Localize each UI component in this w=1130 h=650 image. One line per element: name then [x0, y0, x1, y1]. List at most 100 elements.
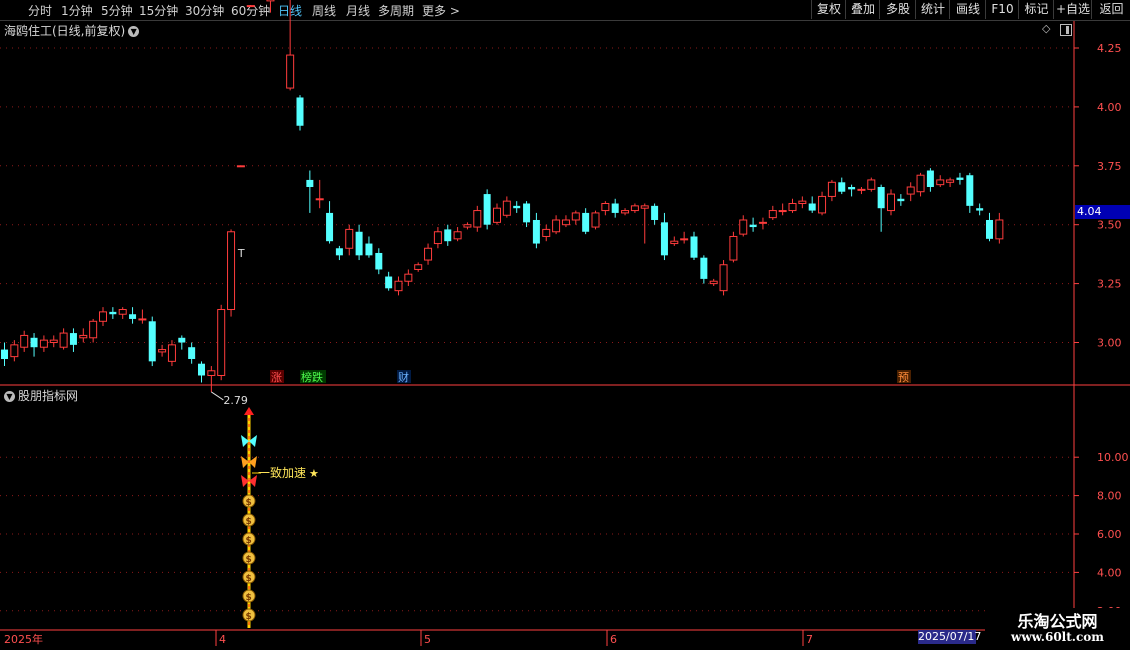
toolbar-button-7[interactable]: +自选 [1053, 0, 1092, 19]
period-tab-6[interactable]: 日线 [278, 2, 302, 19]
candle-body [138, 318, 147, 321]
candle-body [798, 200, 807, 204]
butterfly-icon [241, 475, 257, 487]
candle-body [365, 243, 373, 256]
candle-body [680, 238, 689, 241]
candle-body [355, 231, 363, 256]
candle-body [502, 200, 511, 216]
candle-body [660, 222, 668, 256]
coin-icon [242, 551, 256, 565]
toolbar-button-5[interactable]: F10 [985, 0, 1019, 19]
butterfly-icon [241, 456, 257, 468]
indicator-title-text: 股朋指标网 [18, 389, 79, 403]
candle-body [709, 280, 718, 285]
low-label: 2.79 [223, 394, 248, 407]
period-tab-5[interactable]: 60分钟 [231, 2, 270, 19]
toolbar-button-1[interactable]: 叠加 [845, 0, 880, 19]
indicator-tick-label: 8.00 [1097, 490, 1122, 503]
candle-body [936, 179, 945, 186]
candle-body [640, 205, 649, 209]
candle-body [700, 257, 708, 279]
toolbar-button-8[interactable]: 返回 [1091, 0, 1130, 19]
arrow-up-icon [244, 407, 254, 415]
candle-body [453, 231, 462, 240]
period-tab-7[interactable]: 周线 [312, 2, 336, 19]
chart-canvas[interactable]: 5.505.255.004.754.504.254.003.753.503.25… [0, 0, 1130, 650]
coin-icon [242, 608, 256, 622]
candle-body [719, 264, 728, 292]
watermark: 乐淘公式网 www.60lt.com [985, 608, 1130, 650]
diamond-icon[interactable]: ◇ [1042, 23, 1052, 34]
toolbar-button-4[interactable]: 画线 [949, 0, 986, 19]
coin-icon [242, 513, 256, 527]
watermark-title: 乐淘公式网 [1017, 612, 1098, 631]
candle-body [966, 175, 974, 206]
coin-glyph: $ [246, 555, 252, 565]
candle-body [207, 370, 216, 376]
chevron-down-icon[interactable]: ▼ [128, 26, 140, 37]
candle-body [582, 212, 590, 232]
candle-body [552, 219, 561, 233]
period-tab-1[interactable]: 1分钟 [61, 2, 93, 19]
candle-body [188, 347, 196, 359]
coin-glyph: $ [246, 517, 252, 527]
candle-body [571, 212, 580, 221]
candle-body [315, 198, 324, 201]
event-marker: 预 [898, 371, 909, 384]
candle-body [887, 193, 895, 212]
toolbar-button-0[interactable]: 复权 [811, 0, 846, 19]
toolbar-button-3[interactable]: 统计 [915, 0, 950, 19]
candle-body [838, 182, 846, 192]
candle-body [444, 229, 452, 242]
coin-glyph: $ [246, 574, 252, 584]
candle-body [778, 210, 787, 213]
candle-body [148, 321, 156, 362]
candle-body [414, 264, 423, 270]
period-tab-3[interactable]: 15分钟 [139, 2, 178, 19]
period-tab-9[interactable]: 多周期 [378, 2, 414, 19]
candle-body [59, 332, 68, 348]
price-tick-label: 4.00 [1097, 101, 1122, 114]
toolbar-button-2[interactable]: 多股 [879, 0, 916, 19]
event-marker: 财 [398, 370, 409, 384]
period-tab-4[interactable]: 30分钟 [185, 2, 224, 19]
indicator-title[interactable]: ▼ 股朋指标网 [4, 387, 78, 404]
candle-body [995, 219, 1004, 240]
candle-body [818, 195, 827, 214]
event-marker-bg [397, 370, 411, 383]
stock-title[interactable]: 海鸥住工(日线,前复权) ▼ [4, 22, 140, 39]
candle-body [335, 248, 343, 256]
candle-body [236, 165, 245, 168]
candle-body [621, 210, 630, 214]
candle-body [523, 203, 531, 223]
candle-body [129, 314, 137, 319]
period-tab-10[interactable]: 更多 > [422, 2, 460, 19]
indicator-tick-label: 6.00 [1097, 528, 1122, 541]
event-marker: 涨 [271, 371, 282, 384]
butterfly-icon [241, 435, 257, 447]
period-tab-2[interactable]: 5分钟 [101, 2, 133, 19]
watermark-url: www.60lt.com [1011, 630, 1104, 644]
chevron-down-icon[interactable]: ▼ [4, 391, 15, 402]
candle-body [926, 170, 934, 188]
candle-body [670, 240, 679, 245]
candle-body [561, 219, 570, 226]
panel-toggle-icon[interactable] [1060, 24, 1072, 36]
candle-body [651, 205, 659, 220]
candle-body [473, 210, 482, 228]
stock-title-text: 海鸥住工(日线,前复权) [4, 24, 126, 38]
date-label: 6 [610, 633, 617, 646]
period-tab-0[interactable]: 分时 [28, 2, 52, 19]
candle-body [433, 231, 442, 245]
low-pointer [211, 391, 224, 401]
period-toolbar: 分时 1分钟 5分钟 15分钟 30分钟 60分钟 日线 周线 月线 多周期 更多 > 复权 叠加 多股统… [0, 0, 1130, 21]
toolbar-button-6[interactable]: 标记 [1018, 0, 1054, 19]
candle-body [827, 181, 836, 197]
candle-body [345, 228, 354, 249]
candle-body [630, 205, 639, 212]
period-tab-8[interactable]: 月线 [346, 2, 370, 19]
event-marker-bg [270, 370, 284, 383]
candle-body [532, 219, 540, 244]
coin-glyph: $ [246, 536, 252, 546]
candle-body [296, 97, 304, 126]
